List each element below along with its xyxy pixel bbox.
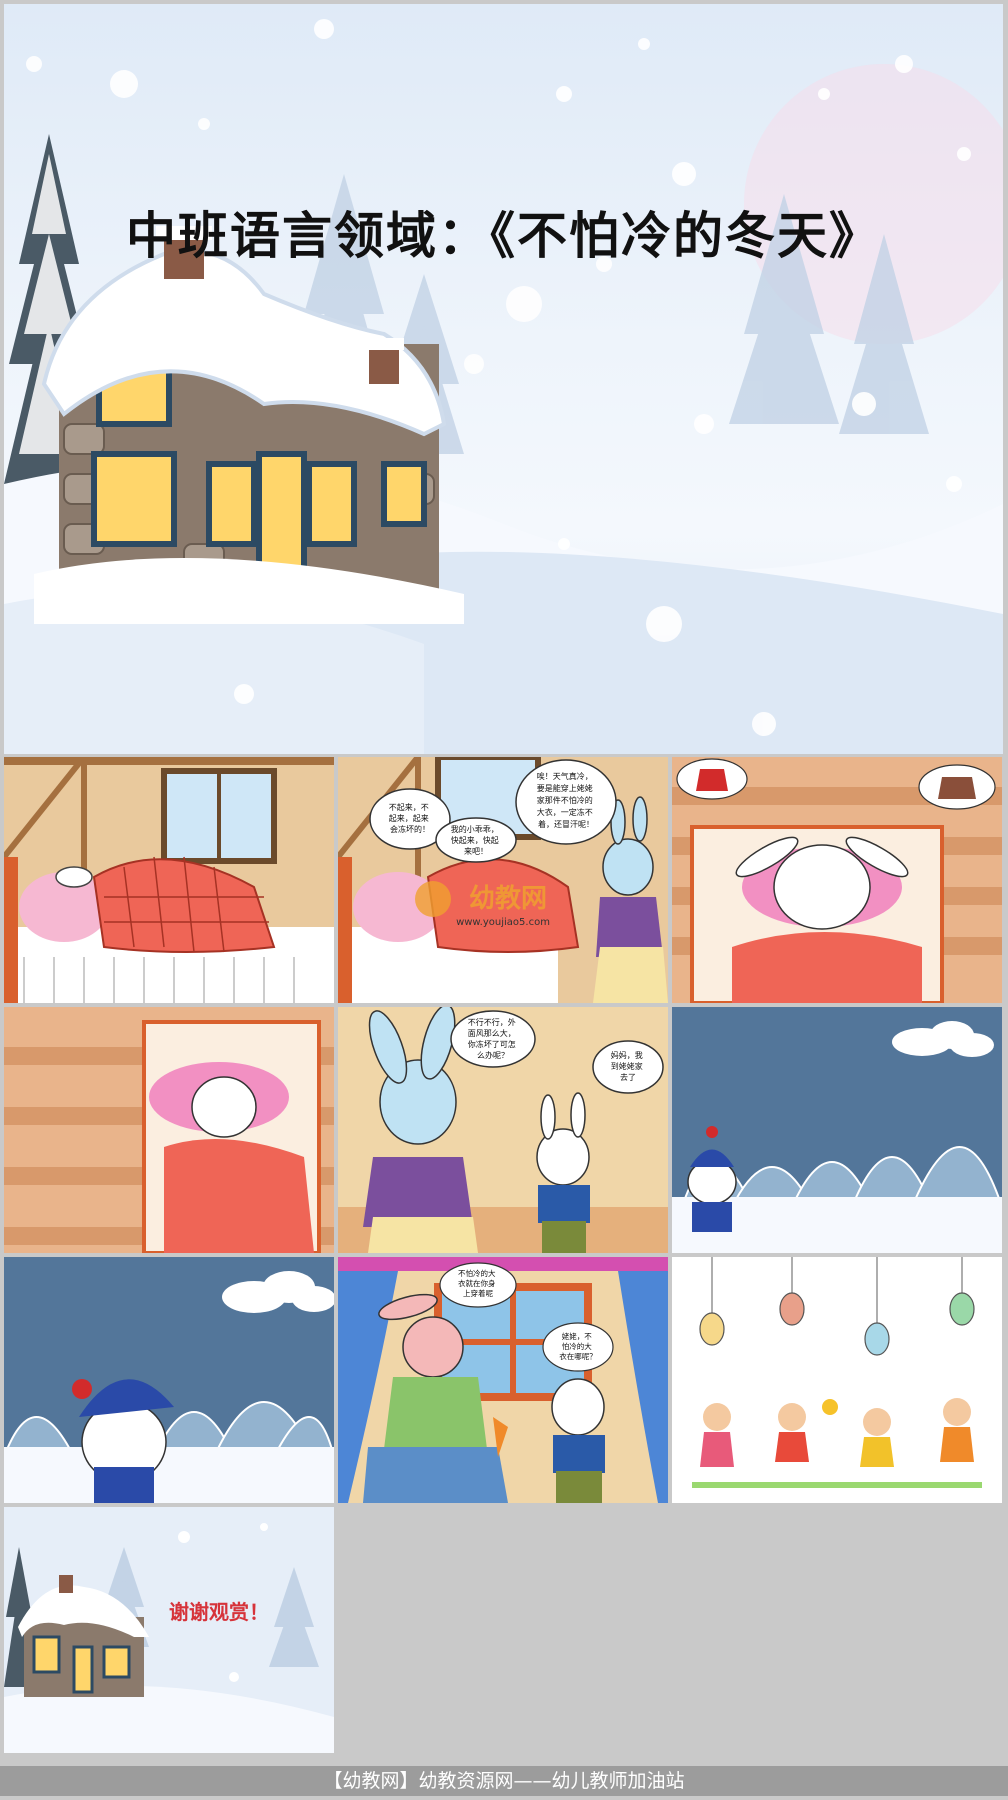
bubble-text: 起来，起来 bbox=[389, 814, 429, 823]
slide-thumbnail-7[interactable] bbox=[4, 1257, 334, 1503]
bubble-text: 面风那么大， bbox=[468, 1028, 516, 1038]
page-title: 中班语言领域：《不怕冷的冬天》 bbox=[126, 206, 881, 265]
bubble-text: 衣在哪呢？ bbox=[559, 1351, 597, 1361]
svg-text:不起来，不 起来，起来 会冻坏的！: 不起来，不 起来，起来 会冻坏的！ bbox=[389, 803, 432, 834]
slide-thumbnail-6[interactable] bbox=[672, 1007, 1002, 1253]
bubble-text: 会冻坏的！ bbox=[390, 824, 430, 834]
bubble-text: 不起来，不 bbox=[389, 803, 429, 812]
kids-playing-illustration bbox=[672, 1257, 1002, 1503]
bubble-text: 大衣，一定冻不 bbox=[537, 807, 593, 817]
lightbulb-icon bbox=[864, 1322, 890, 1356]
slide-thumbnail-8[interactable]: 不怕冷的大 衣就在你身 上穿着呢 姥姥，不 怕冷的大 衣在哪呢？ bbox=[338, 1257, 668, 1503]
bubble-text: 快起来，快起 bbox=[451, 835, 499, 845]
thank-you-text: 谢谢观赏！ bbox=[169, 1600, 269, 1624]
svg-text:姥姥，不 怕冷的大 衣在哪呢？: 姥姥，不 怕冷的大 衣在哪呢？ bbox=[559, 1331, 597, 1361]
slide-thumbnail-1[interactable] bbox=[4, 757, 334, 1003]
bubble-text: 么办呢？ bbox=[477, 1050, 509, 1060]
bubble-text: 来吧！ bbox=[464, 847, 488, 856]
snowy-cottage bbox=[34, 226, 464, 624]
watermark-brand: 幼教网 bbox=[469, 884, 547, 914]
bubble-text: 你冻坏了可怎 bbox=[468, 1039, 516, 1049]
winter-scene-illustration bbox=[4, 19, 1003, 754]
bubble-text: 衣就在你身 bbox=[458, 1278, 496, 1288]
bunny-dreaming-coat-illustration bbox=[672, 757, 1002, 1003]
bunny-in-bed-illustration bbox=[4, 1007, 334, 1253]
grandma-and-bunny-illustration: 不怕冷的大 衣就在你身 上穿着呢 姥姥，不 怕冷的大 衣在哪呢？ bbox=[338, 1257, 668, 1503]
slide-thumbnail-4[interactable] bbox=[4, 1007, 334, 1253]
slide-thumbnail-10[interactable]: 谢谢观赏！ bbox=[4, 1507, 334, 1753]
footer-text: 【幼教网】幼教资源网——幼儿教师加油站 bbox=[323, 1770, 685, 1792]
slide-thumbnail-9[interactable] bbox=[672, 1257, 1002, 1503]
bubble-text: 要是能穿上姥姥 bbox=[537, 783, 593, 793]
bubble-text: 上穿着呢 bbox=[463, 1288, 493, 1298]
bubble-text: 我的小乖乖， bbox=[451, 824, 499, 834]
bubble-text: 姥姥，不 bbox=[562, 1331, 592, 1341]
mother-and-bunny-talking-illustration: 不行不行，外 面风那么大， 你冻坏了可怎 么办呢？ 妈妈，我 到姥姥家 去了 bbox=[338, 1007, 668, 1253]
lightbulb-icon bbox=[699, 1312, 725, 1346]
sun-icon bbox=[822, 1399, 838, 1415]
bunny-in-snow-closeup-illustration bbox=[4, 1257, 334, 1503]
red-coat-icon bbox=[696, 769, 728, 791]
bubble-text: 不怕冷的大 bbox=[458, 1268, 496, 1278]
slide-thumbnail-3[interactable] bbox=[672, 757, 1002, 1003]
footer-bar: 【幼教网】幼教资源网——幼儿教师加油站 bbox=[0, 1766, 1008, 1796]
bubble-text: 唉！天气真冷， bbox=[537, 771, 593, 781]
bubble-text: 去了 bbox=[620, 1072, 636, 1082]
bubble-text: 不行不行，外 bbox=[468, 1017, 516, 1027]
bubble-text: 到姥姥家 bbox=[611, 1061, 643, 1071]
bubble-text: 家那件不怕冷的 bbox=[537, 795, 593, 805]
brown-coat-icon bbox=[938, 777, 976, 799]
mother-waking-bunny-illustration: 不起来，不 起来，起来 会冻坏的！ 我的小乖乖， 快起来，快起 来吧！ 唉！天气… bbox=[338, 757, 668, 1003]
title-slide[interactable]: 中班语言领域：《不怕冷的冬天》 bbox=[4, 4, 1003, 754]
svg-text:唉！天气真冷， 要是能穿上姥姥 家那: 唉！天气真冷， 要是能穿上姥姥 家那件不怕冷的 大衣，一定冻不 着，还冒汗呢！ bbox=[537, 771, 596, 829]
lightbulb-icon bbox=[949, 1292, 975, 1326]
bunny-walking-in-snow-illustration bbox=[672, 1007, 1002, 1253]
bunny-sleeping-illustration bbox=[4, 757, 334, 1003]
slide-thumbnail-2[interactable]: 不起来，不 起来，起来 会冻坏的！ 我的小乖乖， 快起来，快起 来吧！ 唉！天气… bbox=[338, 757, 668, 1003]
watermark-url: www.youjiao5.com bbox=[456, 917, 550, 928]
svg-text:不怕冷的大 衣就在你身 上穿着呢: 不怕冷的大 衣就在你身 上穿着呢 bbox=[458, 1268, 498, 1298]
watermark-logo-icon bbox=[415, 881, 451, 917]
bubble-text: 着，还冒汗呢！ bbox=[538, 819, 594, 829]
lightbulb-icon bbox=[779, 1292, 805, 1326]
bubble-text: 怕冷的大 bbox=[562, 1341, 592, 1351]
thank-you-slide-illustration: 谢谢观赏！ bbox=[4, 1507, 334, 1753]
bubble-text: 妈妈，我 bbox=[611, 1050, 643, 1060]
slide-thumbnail-5[interactable]: 不行不行，外 面风那么大， 你冻坏了可怎 么办呢？ 妈妈，我 到姥姥家 去了 bbox=[338, 1007, 668, 1253]
